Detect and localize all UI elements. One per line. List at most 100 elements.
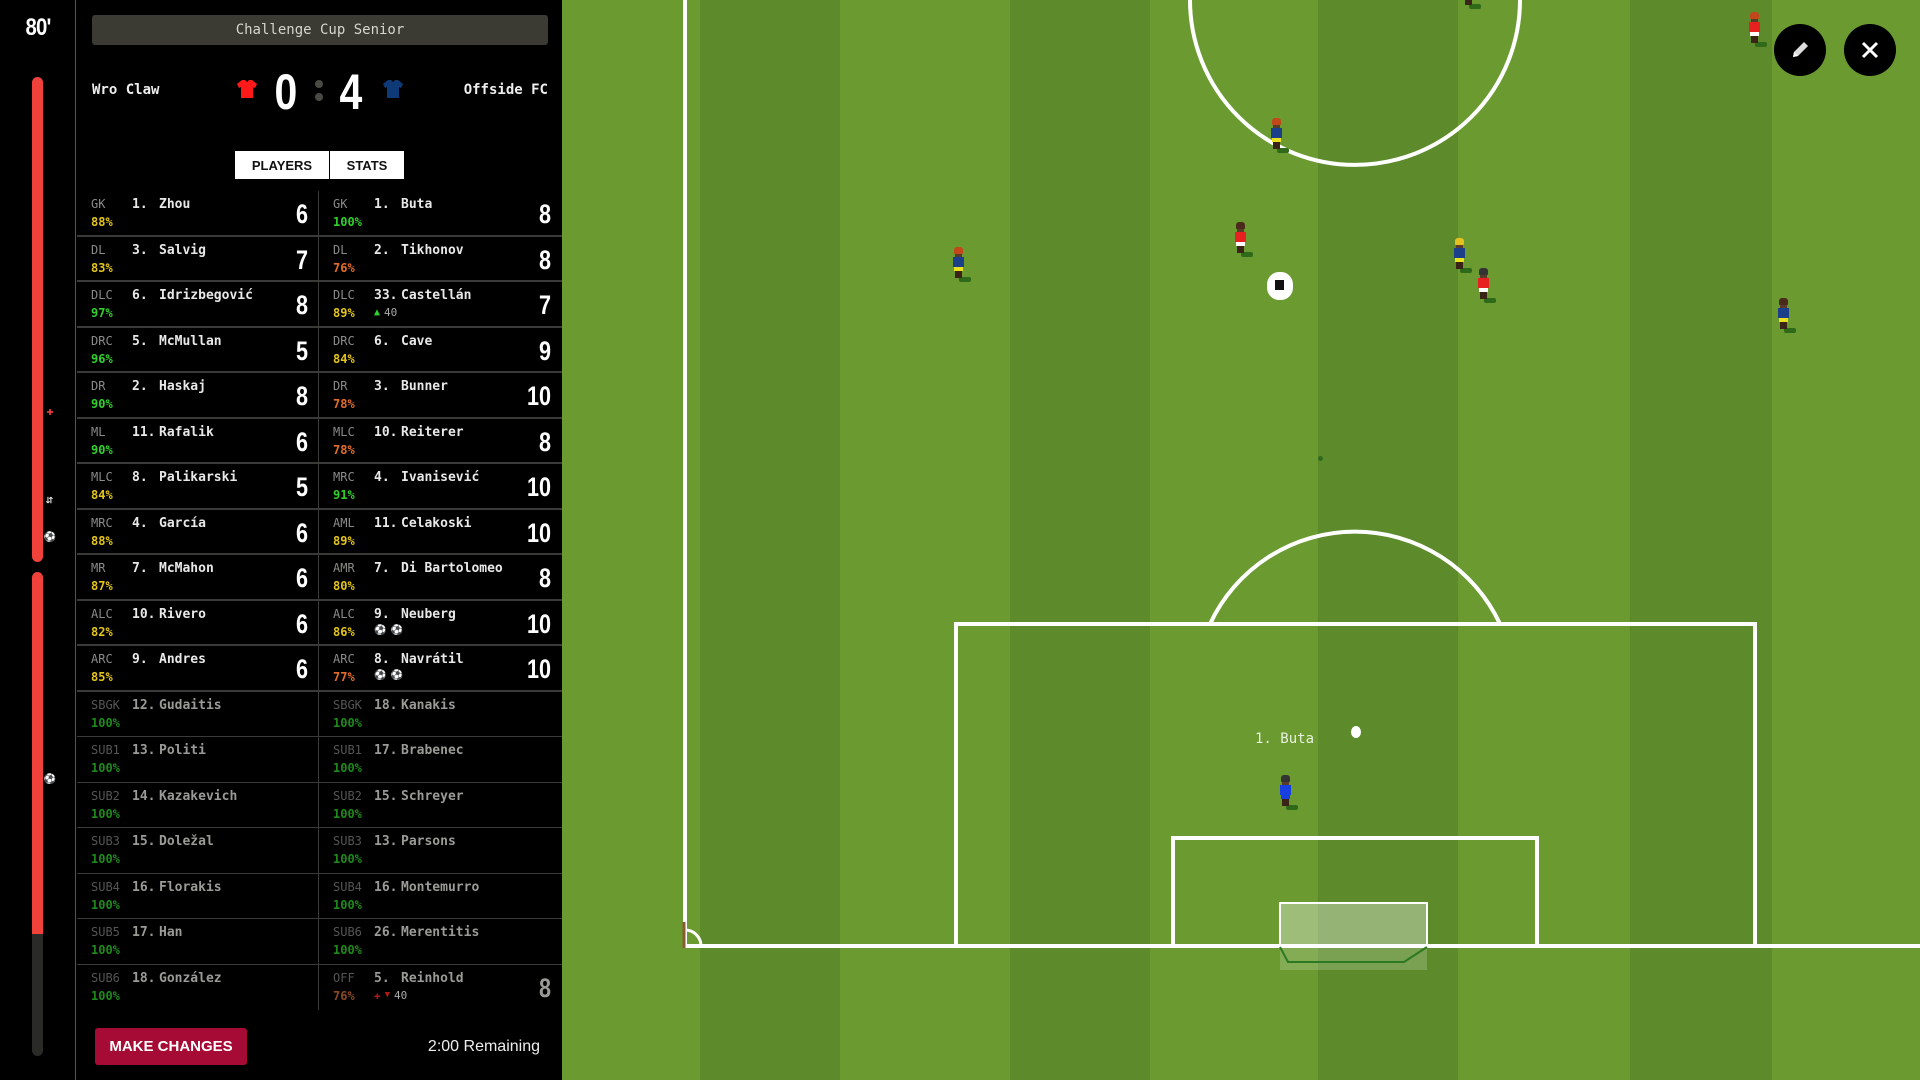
- roster-player-home[interactable]: SUB3 15. Doležal 100%: [77, 828, 319, 873]
- roster-player-away[interactable]: DRC 6. Cave 84% 9: [319, 328, 561, 372]
- player-sprite-home[interactable]: [1232, 222, 1253, 257]
- player-position: GK: [91, 197, 106, 211]
- timeline-second-half-played: [32, 572, 43, 934]
- player-position: MRC: [91, 515, 113, 530]
- player-name: Navrátil: [401, 652, 464, 667]
- centre-circle: [1188, 0, 1522, 167]
- player-sprite-home[interactable]: [1475, 268, 1496, 303]
- player-name: Celakoski: [401, 515, 472, 531]
- roster-player-home[interactable]: DRC 5. McMullan 96% 5: [77, 327, 319, 371]
- roster-player-home[interactable]: SBGK 12. Gudaitis 100%: [77, 691, 319, 736]
- player-sprite-away[interactable]: [1460, 0, 1481, 9]
- roster-player-away[interactable]: SUB3 13. Parsons 100%: [319, 828, 561, 873]
- player-name: McMullan: [159, 333, 222, 349]
- player-sprite-away[interactable]: [1268, 118, 1289, 153]
- player-position: DLC: [333, 288, 355, 302]
- injury-cross-icon: ✚: [46, 404, 54, 418]
- player-position: AML: [333, 515, 355, 530]
- roster-player-home[interactable]: SUB6 18. González 100%: [77, 964, 319, 1010]
- player-sprite-away[interactable]: [1451, 238, 1472, 273]
- player-name: Gudaitis: [159, 697, 222, 713]
- player-name: Kanakis: [401, 697, 456, 713]
- player-condition: 76%: [333, 260, 355, 275]
- roster-player-away[interactable]: SUB1 17. Brabenec 100%: [319, 737, 561, 782]
- penalty-box: [954, 622, 1757, 948]
- roster-player-away[interactable]: GK 1. Buta 100% 8: [319, 191, 561, 235]
- player-sprite-away[interactable]: [950, 247, 971, 282]
- player-sprite-away[interactable]: [1775, 298, 1796, 333]
- roster-player-away[interactable]: SUB6 26. Merentitis 100%: [319, 919, 561, 964]
- roster-player-away[interactable]: DLC 33. Castellán 89% 7 ▲ 40: [319, 282, 561, 326]
- roster-player-home[interactable]: GK 1. Zhou 88% 6: [77, 191, 319, 235]
- roster-player-away[interactable]: DR 3. Bunner 78% 10: [319, 373, 561, 417]
- roster-player-home[interactable]: MR 7. McMahon 87% 6: [77, 555, 319, 599]
- player-number: 8.: [374, 652, 390, 667]
- roster-player-away[interactable]: ALC 9. Neuberg 86% 10 ⚽ ⚽: [319, 601, 561, 645]
- player-condition: 89%: [333, 533, 355, 548]
- roster-player-home[interactable]: DL 3. Salvig 83% 7: [77, 236, 319, 280]
- roster-player-away[interactable]: AMR 7. Di Bartolomeo 80% 8: [319, 555, 561, 599]
- roster-player-home[interactable]: DLC 6. Idrizbegović 97% 8: [77, 282, 319, 326]
- player-number: 13.: [374, 834, 398, 849]
- player-position: SUB6: [333, 925, 362, 939]
- roster-player-away[interactable]: AML 11. Celakoski 89% 10: [319, 510, 561, 554]
- highlighted-player-label: 1. Buta: [1255, 731, 1315, 747]
- roster-player-away[interactable]: MRC 4. Ivanisević 91% 10: [319, 464, 561, 508]
- close-button[interactable]: [1844, 24, 1896, 76]
- roster-row: SUB6 18. González 100% OFF 5. Reinhold 76% 8 ✚ ▼ 40: [77, 964, 562, 1011]
- player-condition: 100%: [333, 897, 362, 912]
- roster-player-home[interactable]: ALC 10. Rivero 82% 6: [77, 600, 319, 644]
- roster-row: SUB4 16. Florakis 100% SUB4 16. Montemurro 100%: [77, 873, 562, 919]
- time-remaining: 2:00 Remaining: [427, 1038, 540, 1055]
- roster-player-home[interactable]: ARC 9. Andres 85% 6: [77, 646, 319, 690]
- tab-players[interactable]: PLAYERS: [235, 151, 329, 179]
- tab-stats[interactable]: STATS: [330, 151, 404, 179]
- player-condition: 85%: [91, 670, 113, 684]
- match-sidebar: Challenge Cup Senior Wro Claw 0 4 Offsid…: [77, 0, 562, 1080]
- away-team-name: Offside FC: [463, 82, 548, 98]
- roster-player-home[interactable]: DR 2. Haskaj 90% 8: [77, 373, 319, 417]
- roster-player-home[interactable]: SUB2 14. Kazakevich 100%: [77, 782, 319, 827]
- player-condition: 100%: [333, 761, 362, 775]
- player-condition: 86%: [333, 624, 355, 639]
- roster-player-home[interactable]: MLC 8. Palikarski 84% 5: [77, 464, 319, 508]
- player-name: González: [159, 970, 222, 986]
- player-position: OFF: [333, 970, 355, 985]
- home-score: 0: [274, 64, 298, 120]
- player-name: Di Bartolomeo: [401, 561, 503, 576]
- player-name: Politi: [159, 743, 206, 758]
- player-condition: 100%: [333, 715, 362, 730]
- edit-button[interactable]: [1774, 24, 1826, 76]
- pitch-marker-dot: [1318, 456, 1323, 461]
- roster-player-away[interactable]: SBGK 18. Kanakis 100%: [319, 692, 561, 737]
- roster-player-away[interactable]: ARC 8. Navrátil 77% 10 ⚽ ⚽: [319, 646, 561, 690]
- player-condition: 100%: [91, 761, 120, 775]
- player-condition: 100%: [91, 897, 120, 912]
- pitch-view[interactable]: 1. Buta: [562, 0, 1920, 1080]
- player-sprite-home[interactable]: [1746, 12, 1767, 47]
- roster-player-away[interactable]: OFF 5. Reinhold 76% 8 ✚ ▼ 40: [319, 965, 561, 1011]
- player-number: 8.: [132, 470, 148, 485]
- make-changes-button[interactable]: MAKE CHANGES: [95, 1028, 247, 1065]
- roster-player-home[interactable]: SUB1 13. Politi 100%: [77, 737, 319, 782]
- player-number: 3.: [374, 379, 390, 394]
- goal-ball-icon: ⚽: [43, 532, 57, 543]
- pencil-icon: [1793, 42, 1808, 57]
- player-position: SUB6: [91, 970, 120, 985]
- roster-player-home[interactable]: MRC 4. García 88% 6: [77, 509, 319, 553]
- player-name: Cave: [401, 333, 433, 349]
- roster-player-away[interactable]: MLC 10. Reiterer 78% 8: [319, 419, 561, 463]
- player-rating: 5: [295, 472, 308, 502]
- player-name: Kazakevich: [159, 788, 238, 804]
- roster-player-home[interactable]: ML 11. Rafalik 90% 6: [77, 418, 319, 462]
- roster-player-away[interactable]: DL 2. Tikhonov 76% 8: [319, 237, 561, 281]
- player-number: 7.: [374, 561, 390, 576]
- timeline-first-half-played: [32, 77, 43, 562]
- roster-player-home[interactable]: SUB5 17. Han 100%: [77, 919, 319, 964]
- roster-player-away[interactable]: SUB4 16. Montemurro 100%: [319, 874, 561, 919]
- goalkeeper-sprite[interactable]: [1277, 775, 1298, 810]
- player-number: 3.: [132, 242, 148, 258]
- player-number: 5.: [132, 333, 148, 349]
- roster-player-home[interactable]: SUB4 16. Florakis 100%: [77, 873, 319, 918]
- roster-player-away[interactable]: SUB2 15. Schreyer 100%: [319, 783, 561, 828]
